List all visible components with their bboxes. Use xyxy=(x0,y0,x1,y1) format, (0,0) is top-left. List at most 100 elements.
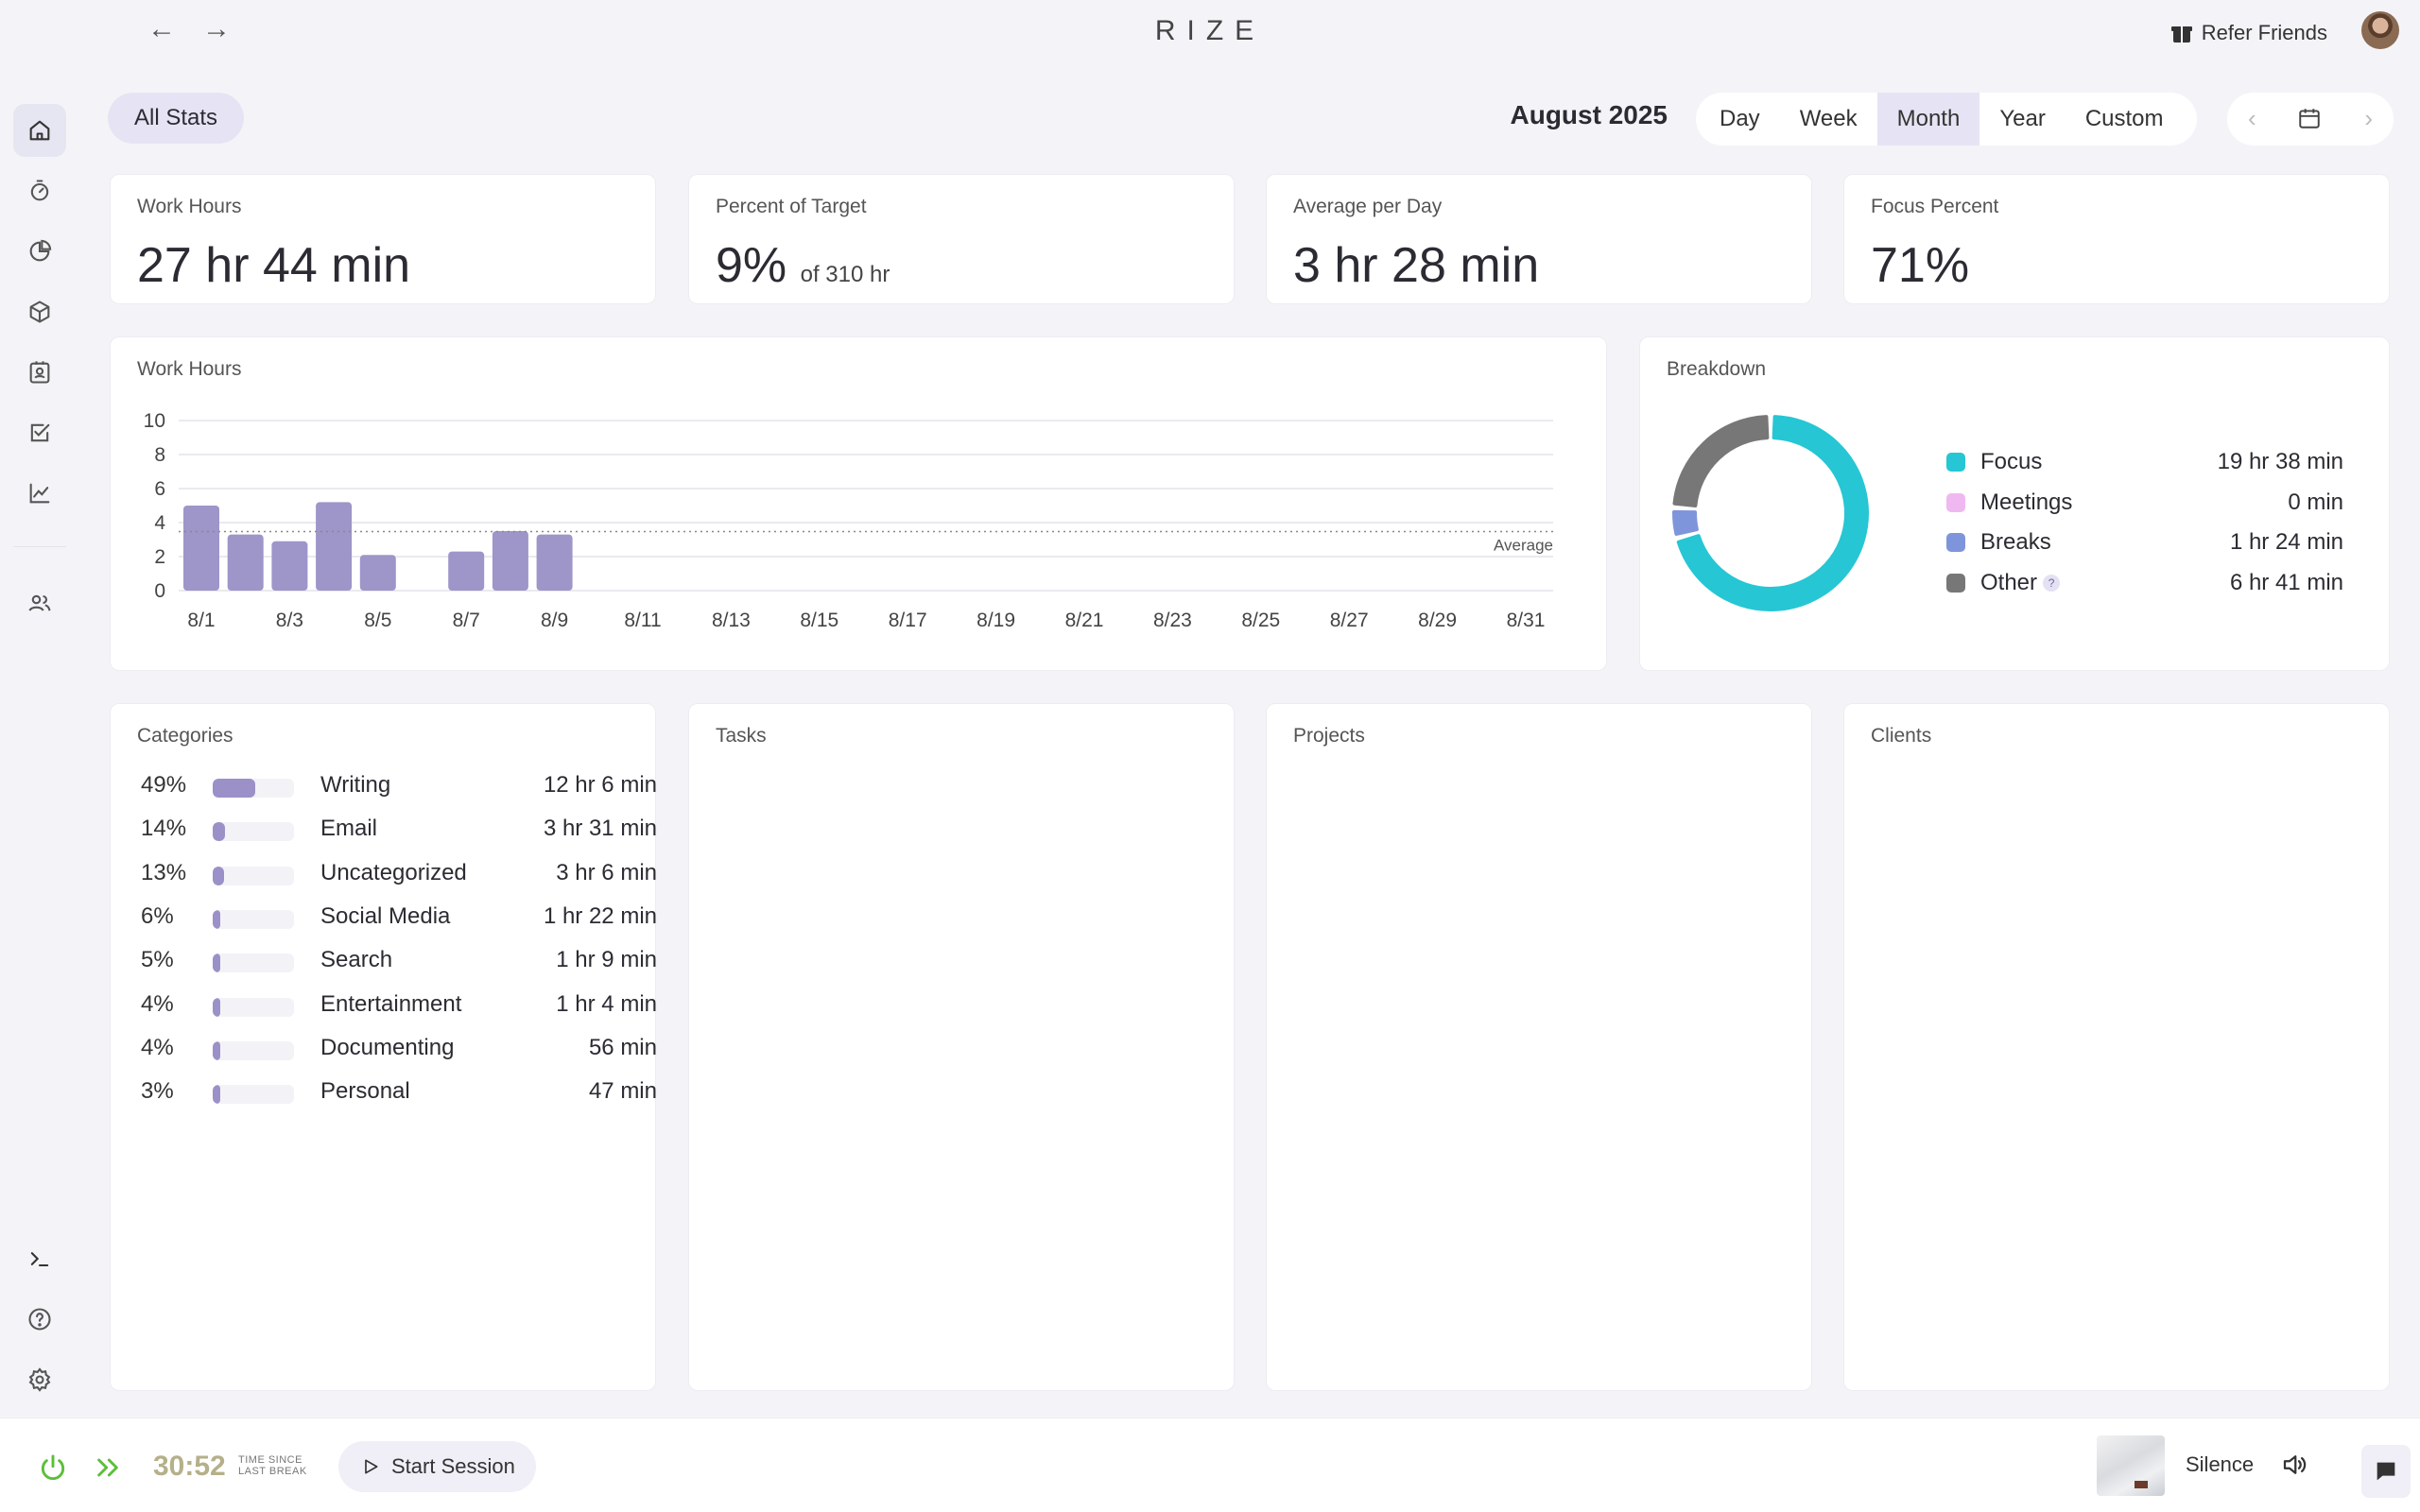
range-month[interactable]: Month xyxy=(1876,93,1980,146)
category-row[interactable]: 4% Documenting 56 min xyxy=(137,1029,657,1067)
sound-thumbnail[interactable] xyxy=(2097,1435,2165,1496)
focus-percent-card: Focus Percent 71% xyxy=(1843,174,2390,304)
chart-bar xyxy=(316,502,353,591)
donut-slice-breaks xyxy=(1672,509,1699,536)
help-badge-icon[interactable]: ? xyxy=(2043,575,2061,592)
range-custom[interactable]: Custom xyxy=(2066,93,2184,146)
sidebar-item-pie[interactable] xyxy=(13,225,66,278)
category-row[interactable]: 6% Social Media 1 hr 22 min xyxy=(137,898,657,936)
category-percent: 14% xyxy=(141,816,187,842)
clients-title: Clients xyxy=(1871,725,1932,747)
cube-icon xyxy=(29,301,50,323)
skip-forward-icon[interactable] xyxy=(93,1452,123,1483)
sidebar-item-clients[interactable] xyxy=(13,346,66,399)
timer-caption: TIME SINCE LAST BREAK xyxy=(238,1454,307,1477)
average-label: Average xyxy=(1494,537,1553,555)
sidebar-item-settings[interactable] xyxy=(13,1353,66,1406)
breakdown-title: Breakdown xyxy=(1667,358,1767,380)
calendar-icon[interactable] xyxy=(2297,106,2322,130)
projects-card: Projects xyxy=(1266,703,1812,1391)
category-percent: 4% xyxy=(141,1034,174,1060)
sidebar-item-home[interactable] xyxy=(13,104,66,157)
work-hours-chart-card: Work Hours 0 2 4 6 8 10 8/1 8/3 8/5 8/7 8/9 8/11 8/1… xyxy=(110,336,1607,671)
legend-other-name: Other xyxy=(1980,570,2038,595)
category-bar-track xyxy=(213,954,294,973)
percent-target-card: Percent of Target 9% of 310 hr xyxy=(688,174,1235,304)
category-bar-track xyxy=(213,1085,294,1105)
start-session-button[interactable]: Start Session xyxy=(338,1441,536,1492)
range-week[interactable]: Week xyxy=(1780,93,1877,146)
range-day[interactable]: Day xyxy=(1700,93,1780,146)
avg-per-day-card: Average per Day 3 hr 28 min xyxy=(1266,174,1812,304)
range-year[interactable]: Year xyxy=(1979,93,2066,146)
category-bar-fill xyxy=(213,1040,220,1060)
y-tick-label: 4 xyxy=(154,512,165,534)
category-row[interactable]: 49% Writing 12 hr 6 min xyxy=(137,766,657,804)
category-row[interactable]: 5% Search 1 hr 9 min xyxy=(137,941,657,979)
chat-icon xyxy=(2377,1462,2395,1481)
y-tick-label: 2 xyxy=(154,546,165,568)
category-bar-fill xyxy=(213,866,224,885)
sidebar-item-reports[interactable] xyxy=(13,467,66,520)
clients-card: Clients xyxy=(1843,703,2390,1391)
refer-friends-button[interactable]: Refer Friends xyxy=(2170,21,2327,45)
y-tick-label: 8 xyxy=(154,444,165,466)
category-row[interactable]: 4% Entertainment 1 hr 4 min xyxy=(137,986,657,1023)
sidebar-item-projects[interactable] xyxy=(13,285,66,338)
percent-target-sub: of 310 hr xyxy=(800,262,890,287)
work-hours-label: Work Hours xyxy=(137,196,242,217)
category-row[interactable]: 14% Email 3 hr 31 min xyxy=(137,810,657,848)
sidebar-item-help[interactable] xyxy=(13,1293,66,1346)
category-bar-track xyxy=(213,822,294,842)
category-bar-fill xyxy=(213,909,220,929)
category-duration: 1 hr 22 min xyxy=(543,902,657,929)
legend-focus-name: Focus xyxy=(1980,449,2043,474)
chart-bar xyxy=(183,506,219,591)
chat-button[interactable] xyxy=(2361,1445,2411,1498)
refer-friends-label: Refer Friends xyxy=(2201,21,2327,44)
avg-per-day-label: Average per Day xyxy=(1293,196,1443,217)
bottom-bar: 30:52 TIME SINCE LAST BREAK Start Sessio… xyxy=(0,1418,2420,1512)
top-bar: ← → RIZE Refer Friends xyxy=(0,0,2420,66)
category-percent: 3% xyxy=(141,1078,174,1105)
next-period-icon[interactable]: › xyxy=(2364,104,2373,133)
categories-card: Categories 49% Writing 12 hr 6 min 14% Email… xyxy=(110,703,657,1391)
checkbox-icon xyxy=(30,423,50,442)
other-swatch xyxy=(1946,574,1965,593)
all-stats-button[interactable]: All Stats xyxy=(108,93,245,144)
prev-period-icon[interactable]: ‹ xyxy=(2248,104,2256,133)
category-duration: 47 min xyxy=(588,1078,657,1105)
category-name: Uncategorized xyxy=(320,859,467,885)
x-tick-label: 8/27 xyxy=(1330,610,1369,631)
avatar[interactable] xyxy=(2361,11,2399,49)
chart-bar xyxy=(359,555,396,591)
sidebar-item-tasks[interactable] xyxy=(13,406,66,459)
x-tick-label: 8/7 xyxy=(453,610,480,631)
x-tick-label: 8/15 xyxy=(800,610,838,631)
pie-chart-icon xyxy=(29,239,52,262)
category-row[interactable]: 13% Uncategorized 3 hr 6 min xyxy=(137,854,657,892)
sidebar-item-team[interactable] xyxy=(13,576,66,629)
focus-percent-label: Focus Percent xyxy=(1871,196,1999,217)
category-bar-fill xyxy=(213,954,220,973)
category-name: Documenting xyxy=(320,1034,455,1060)
category-name: Search xyxy=(320,947,393,973)
sidebar-item-timer[interactable] xyxy=(13,164,66,217)
work-hours-card: Work Hours 27 hr 44 min xyxy=(110,174,656,304)
focus-swatch xyxy=(1946,453,1965,472)
x-tick-label: 8/3 xyxy=(276,610,303,631)
chart-bar xyxy=(536,534,573,591)
speaker-icon[interactable] xyxy=(2280,1451,2308,1479)
y-tick-label: 10 xyxy=(144,410,165,432)
category-row[interactable]: 3% Personal 47 min xyxy=(137,1073,657,1110)
categories-title: Categories xyxy=(137,725,233,747)
power-icon[interactable] xyxy=(38,1452,68,1483)
x-tick-label: 8/25 xyxy=(1241,610,1280,631)
timer-icon xyxy=(30,180,49,201)
range-selector: Day Week Month Year Custom xyxy=(1696,93,2197,146)
category-name: Entertainment xyxy=(320,990,462,1017)
x-tick-label: 8/23 xyxy=(1153,610,1192,631)
sidebar-item-terminal[interactable] xyxy=(13,1232,66,1285)
start-session-label: Start Session xyxy=(391,1454,515,1478)
category-percent: 49% xyxy=(141,772,187,798)
